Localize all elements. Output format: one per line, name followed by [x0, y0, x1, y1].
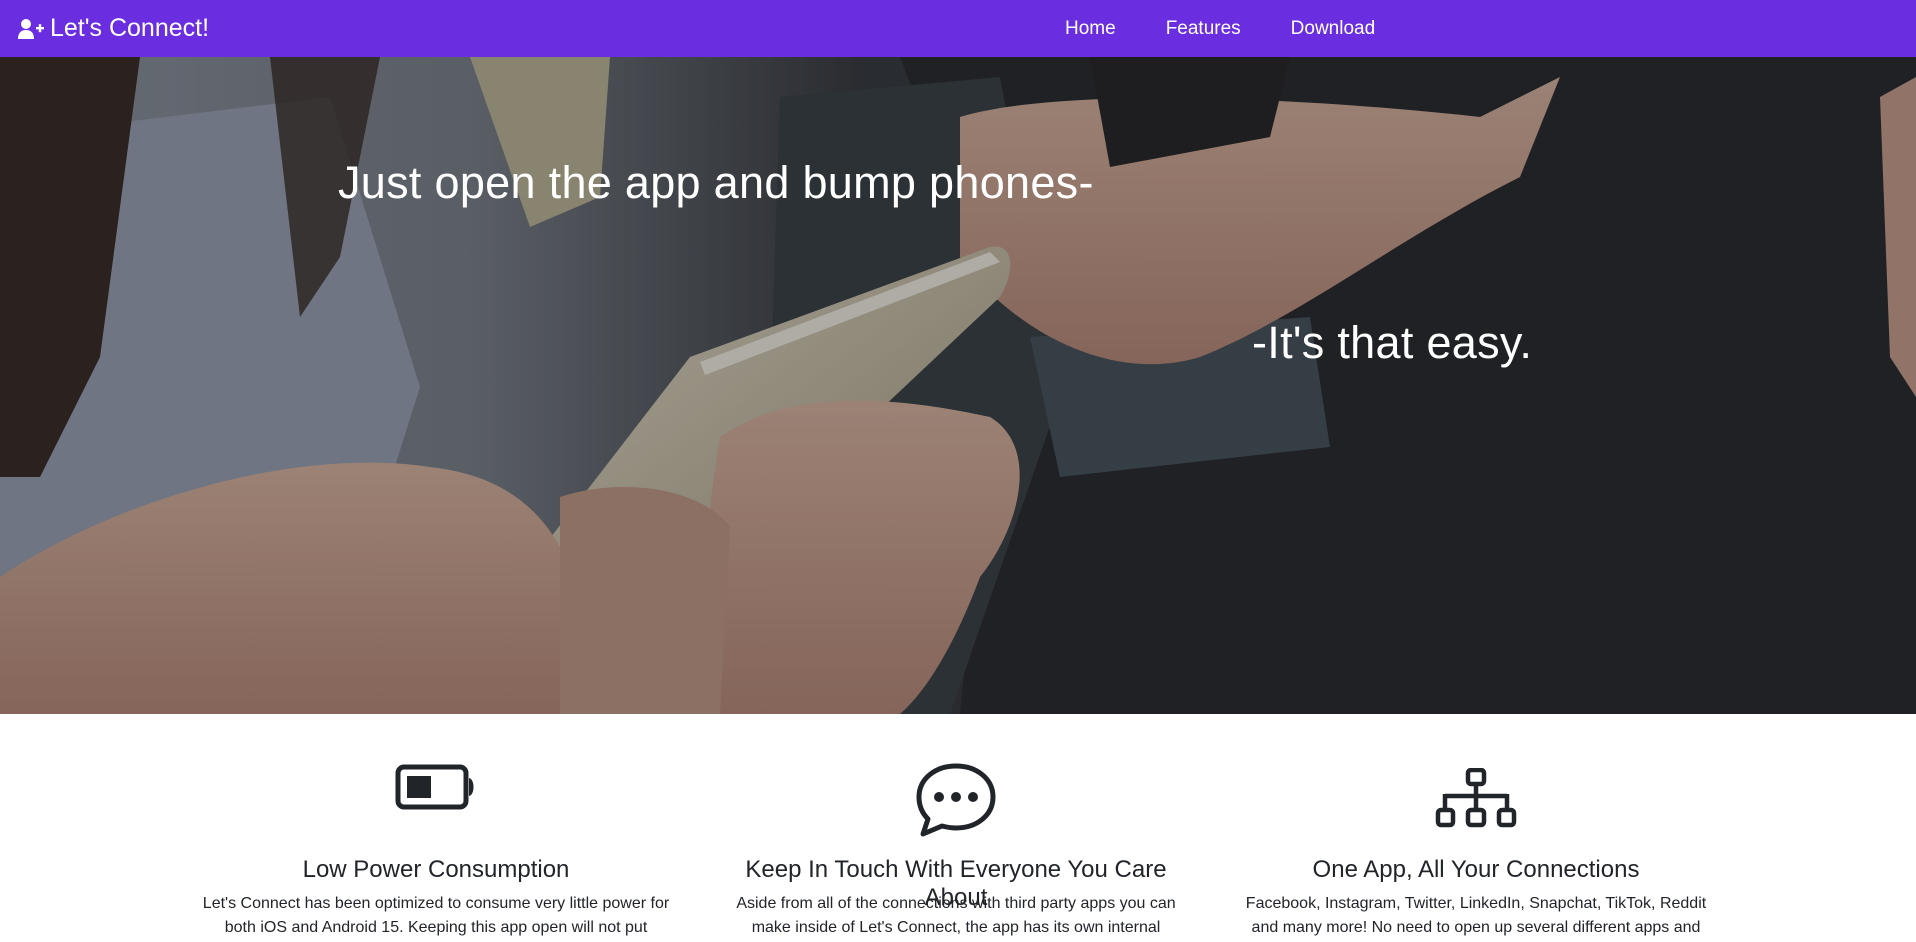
- chat-bubble-icon: [915, 762, 997, 843]
- feature-title: One App, All Your Connections: [1312, 856, 1640, 883]
- network-diagram-icon: [1435, 767, 1517, 835]
- feature-text: Let's Connect has been optimized to cons…: [202, 895, 670, 936]
- nav-features-link[interactable]: Features: [1141, 18, 1266, 40]
- hero-background-image: [0, 57, 1916, 714]
- navbar: Let's Connect! Home Features Download: [0, 0, 1916, 57]
- brand-link[interactable]: Let's Connect!: [18, 0, 209, 57]
- user-plus-icon: [18, 18, 44, 40]
- hero-headline-2: -It's that easy.: [1252, 317, 1533, 368]
- feature-text: Facebook, Instagram, Twitter, LinkedIn, …: [1245, 895, 1707, 936]
- feature-text: Aside from all of the connections with t…: [736, 895, 1176, 936]
- nav-home-link[interactable]: Home: [1040, 18, 1141, 40]
- battery-icon: [395, 764, 477, 815]
- hero-headline-1: Just open the app and bump phones-: [338, 157, 1094, 208]
- feature-title: Low Power Consumption: [302, 856, 570, 883]
- nav-download-link[interactable]: Download: [1266, 18, 1401, 40]
- nav-links: Home Features Download: [1040, 0, 1400, 57]
- hero-section: Just open the app and bump phones- -It's…: [0, 57, 1916, 714]
- features-section: Low Power Consumption Let's Connect has …: [0, 714, 1916, 942]
- brand-label: Let's Connect!: [50, 14, 210, 42]
